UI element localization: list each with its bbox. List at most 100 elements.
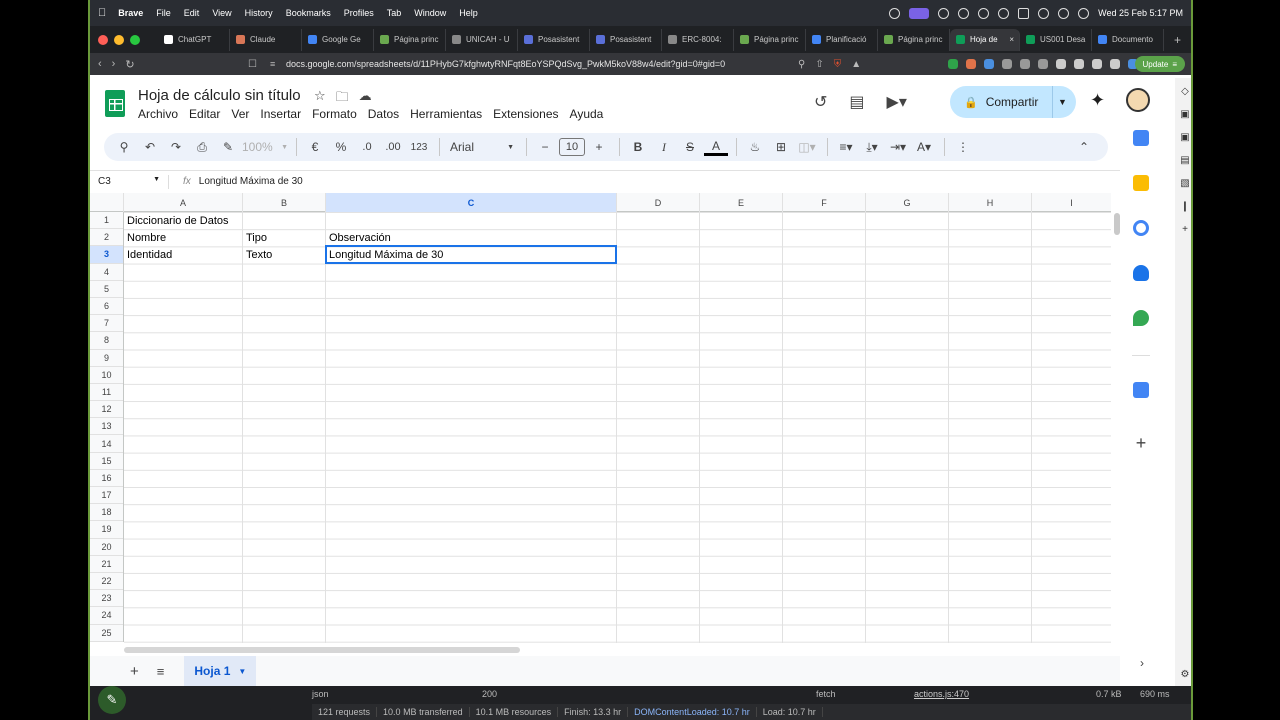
sidebar-icon[interactable]: ❙	[1181, 201, 1189, 212]
row-header-6[interactable]: 6	[90, 298, 123, 316]
menu-insertar[interactable]: Insertar	[260, 107, 301, 121]
text-wrapping-icon[interactable]: ⇥▾	[886, 135, 910, 159]
row-header-21[interactable]: 21	[90, 556, 123, 573]
browser-tab[interactable]: Hoja de ×	[950, 28, 1020, 51]
edit-pencil-icon[interactable]: ✎	[98, 686, 126, 714]
sidebar-icon[interactable]: ▣	[1180, 132, 1189, 143]
extension-icon[interactable]	[966, 59, 976, 69]
keep-icon[interactable]	[1133, 175, 1149, 191]
contacts-icon[interactable]	[1133, 265, 1149, 281]
menu-view[interactable]: View	[212, 8, 231, 18]
brave-rewards-icon[interactable]: ▲	[851, 59, 861, 70]
browser-tab[interactable]: ERC-8004:	[662, 28, 734, 51]
row-header-13[interactable]: 13	[90, 418, 123, 436]
menu-profiles[interactable]: Profiles	[344, 8, 374, 18]
fill-color-icon[interactable]: ♨	[743, 135, 767, 159]
menu-extensiones[interactable]: Extensiones	[493, 107, 558, 121]
screen-record-icon[interactable]	[909, 7, 930, 19]
bold-icon[interactable]: B	[626, 135, 650, 159]
cell-b3[interactable]: Texto	[243, 246, 326, 263]
gemini-icon[interactable]: ✦	[1090, 90, 1105, 111]
cells-area[interactable]: Diccionario de Datos Nombre Tipo Observació…	[124, 212, 1111, 643]
menu-formato[interactable]: Formato	[312, 107, 357, 121]
calendar-icon[interactable]	[1133, 130, 1149, 146]
extension-icon[interactable]	[948, 59, 958, 69]
horizontal-align-icon[interactable]: ≡▾	[834, 135, 858, 159]
undo-icon[interactable]: ↶	[138, 135, 162, 159]
browser-tab[interactable]: Planificació	[806, 28, 878, 51]
column-header-e[interactable]: E	[700, 193, 783, 212]
tray-icon[interactable]	[978, 7, 990, 19]
row-header-2[interactable]: 2	[90, 229, 123, 247]
horizontal-scrollbar[interactable]	[124, 647, 520, 653]
browser-tab[interactable]: Posasistent	[590, 28, 662, 51]
reload-icon[interactable]: ↻	[125, 58, 134, 71]
text-color-icon[interactable]: A	[704, 138, 728, 156]
wallet-icon[interactable]	[1074, 59, 1084, 69]
zoom-select[interactable]: 100% ▼	[242, 135, 288, 159]
row-header-22[interactable]: 22	[90, 573, 123, 591]
translate-icon[interactable]	[1133, 382, 1149, 398]
browser-tab[interactable]: Página princ	[878, 28, 950, 51]
apple-icon[interactable]: 	[98, 7, 106, 19]
extension-icon[interactable]	[1020, 59, 1030, 69]
redo-icon[interactable]: ↷	[164, 135, 188, 159]
row-header-16[interactable]: 16	[90, 470, 123, 487]
clock[interactable]: Wed 25 Feb 5:17 PM	[1098, 8, 1183, 18]
sidebar-add-icon[interactable]: +	[1182, 224, 1188, 235]
zoom-icon[interactable]: ⚲	[798, 59, 805, 70]
row-header-19[interactable]: 19	[90, 521, 123, 539]
strikethrough-icon[interactable]: S	[678, 135, 702, 159]
tray-icon[interactable]	[938, 7, 950, 19]
vertical-scrollbar[interactable]	[1114, 213, 1120, 235]
menu-ayuda[interactable]: Ayuda	[570, 107, 604, 121]
comments-icon[interactable]: ▤	[849, 92, 864, 112]
network-request-row[interactable]: json 200 fetch actions.js:470 0.7 kB 690…	[312, 686, 1191, 702]
column-header-f[interactable]: F	[783, 193, 866, 212]
version-history-icon[interactable]: ↺	[814, 92, 827, 112]
font-size-input[interactable]: 10	[559, 138, 585, 156]
sheets-logo-icon[interactable]	[105, 90, 125, 117]
menu-bookmarks[interactable]: Bookmarks	[286, 8, 331, 18]
meet-icon[interactable]: ▶▾	[887, 92, 907, 112]
menu-window[interactable]: Window	[414, 8, 446, 18]
row-header-11[interactable]: 11	[90, 384, 123, 402]
site-settings-icon[interactable]: ≡	[270, 59, 275, 69]
column-header-g[interactable]: G	[866, 193, 949, 212]
sidebar-icon[interactable]: ▣	[1180, 109, 1189, 120]
control-center-icon[interactable]	[1078, 7, 1090, 19]
update-button[interactable]: Update ≡	[1134, 56, 1185, 72]
show-side-panel-icon[interactable]: ›	[1140, 656, 1144, 670]
cell-a1[interactable]: Diccionario de Datos	[124, 212, 243, 229]
number-format-button[interactable]: 123	[407, 135, 431, 159]
menu-app[interactable]: Brave	[118, 8, 143, 18]
menu-datos[interactable]: Datos	[368, 107, 399, 121]
text-rotation-icon[interactable]: A▾	[912, 135, 936, 159]
browser-tab[interactable]: Google Ge	[302, 28, 374, 51]
search-menus-icon[interactable]: ⚲	[112, 135, 136, 159]
menu-ver[interactable]: Ver	[231, 107, 249, 121]
brave-shields-icon[interactable]: ⛨	[834, 59, 842, 70]
italic-icon[interactable]: I	[652, 135, 676, 159]
forward-icon[interactable]: ›	[112, 58, 116, 71]
maps-icon[interactable]	[1133, 310, 1149, 326]
decrease-decimal-button[interactable]: .0	[355, 135, 379, 159]
browser-tab[interactable]: ChatGPT	[158, 28, 230, 51]
all-sheets-icon[interactable]: ≡	[157, 664, 165, 679]
document-title[interactable]: Hoja de cálculo sin título	[138, 87, 301, 104]
new-tab-icon[interactable]: +	[1174, 33, 1181, 47]
row-header-14[interactable]: 14	[90, 435, 123, 453]
row-header-17[interactable]: 17	[90, 487, 123, 505]
tasks-icon[interactable]	[1133, 220, 1149, 236]
row-header-15[interactable]: 15	[90, 453, 123, 470]
menu-file[interactable]: File	[156, 8, 171, 18]
column-header-b[interactable]: B	[243, 193, 326, 212]
borders-icon[interactable]: ⊞	[769, 135, 793, 159]
merge-cells-icon[interactable]: ◫▾	[795, 135, 819, 159]
bookmark-icon[interactable]: ☐	[248, 59, 257, 70]
tray-icon[interactable]	[998, 7, 1010, 19]
close-window-button[interactable]	[98, 34, 108, 45]
sidebar-icon[interactable]: ◇	[1181, 86, 1189, 97]
column-header-h[interactable]: H	[949, 193, 1032, 212]
row-header-10[interactable]: 10	[90, 367, 123, 384]
